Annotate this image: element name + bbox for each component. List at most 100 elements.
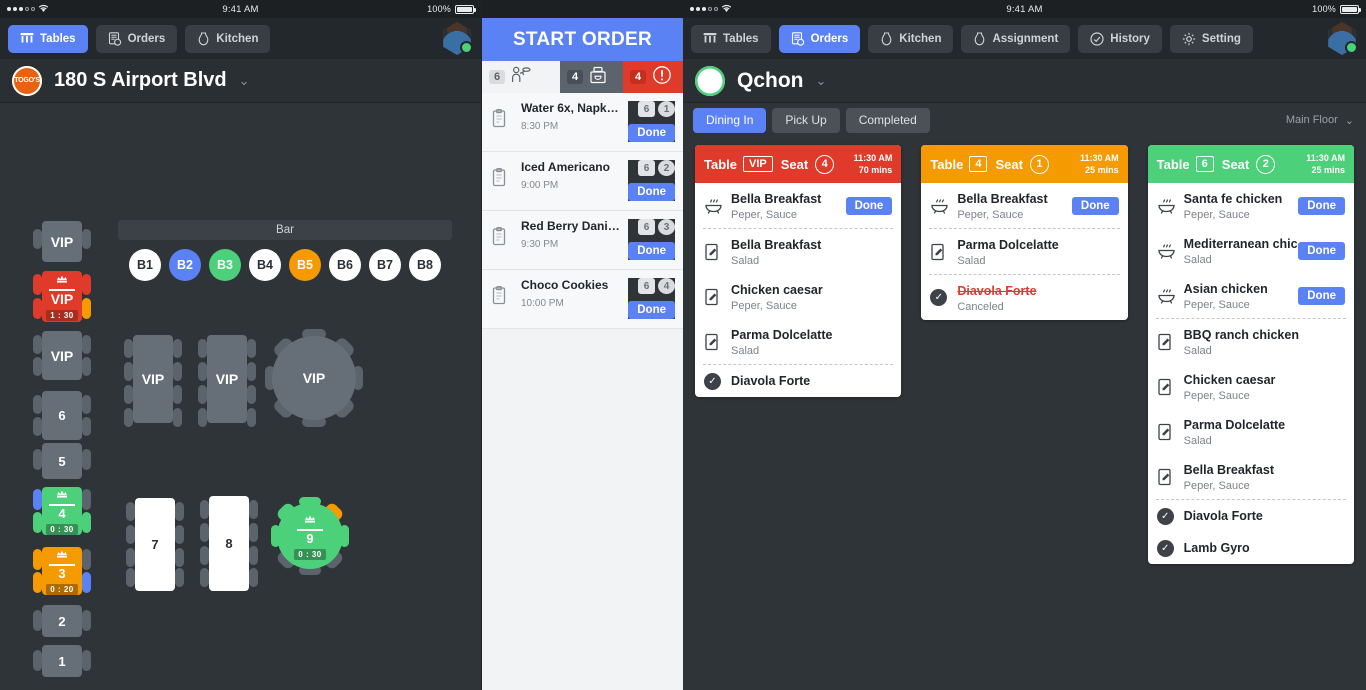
table-6[interactable]: 6 [33,391,91,440]
gear-icon [1182,32,1196,46]
list-item[interactable]: Iced Americano 9:00 PM 6 2 Done [482,152,683,211]
nav-tab-tables[interactable]: Tables [691,24,771,53]
vip-crown-icon [56,547,68,562]
order-filter-bar: Dining In Pick Up Completed Main Floor ⌄ [683,103,1366,137]
floor-selector[interactable]: Main Floor ⌄ [1286,114,1354,127]
table-2[interactable]: 2 [33,605,91,637]
order-item[interactable]: Chicken caesar Peper, Sauce [1148,364,1354,409]
segment-takeout[interactable]: 4 [560,61,623,93]
status-time: 9:41 AM [222,3,259,15]
done-button[interactable]: Done [628,183,675,201]
history-icon [1090,31,1104,46]
order-item[interactable]: Bella Breakfast Salad [695,229,901,274]
seat-value: 2 [1256,154,1276,174]
order-card[interactable]: Table VIP Seat 4 11:30 AM 70 mins Bella … [695,145,902,397]
order-item[interactable]: Mediterranean chic.. Salad Done [1148,228,1354,273]
nav-tab-history[interactable]: History [1078,24,1162,53]
order-time: 11:30 AM [853,153,893,163]
order-table-badge: 6 [638,278,655,294]
done-button[interactable]: Done [845,196,893,215]
table-vip-mid[interactable]: VIP [33,331,91,380]
nav-tab-orders[interactable]: Orders [95,24,178,53]
list-item[interactable]: Red Berry Danish 9:30 PM 6 3 Done [482,211,683,270]
nav-tab-orders[interactable]: Orders [778,24,861,53]
order-item-canceled[interactable]: ✓ Diavola Forte Canceled [921,275,1127,320]
vip-crown-icon [56,272,68,287]
item-name: Diavola Forte [1183,509,1263,523]
filter-completed[interactable]: Completed [845,107,930,133]
done-button[interactable]: Done [628,124,675,142]
nav-tab-assignment[interactable]: Assignment [961,24,1071,53]
clipboard-icon [491,278,513,319]
brand-chevron-down-icon[interactable]: ⌄ [816,73,827,89]
table-7[interactable]: 7 [126,498,184,591]
done-button[interactable]: Done [1298,286,1345,305]
table-label: Table [930,156,964,172]
table-4[interactable]: 4 0 : 30 [33,487,91,535]
bar-seat-b4[interactable]: B4 [249,249,281,281]
table-8[interactable]: 8 [200,496,258,591]
order-item[interactable]: Asian chicken Peper, Sauce Done [1148,273,1354,318]
nav-tab-setting[interactable]: Setting [1169,24,1253,53]
bar-seat-b3[interactable]: B3 [209,249,241,281]
venue-chevron-down-icon[interactable]: ⌄ [239,73,250,89]
order-table-badge: 6 [638,101,655,117]
order-item[interactable]: Chicken caesar Peper, Sauce [695,274,901,319]
done-button[interactable]: Done [628,301,675,319]
table-3[interactable]: 3 0 : 20 [33,547,91,595]
done-button[interactable]: Done [628,242,675,260]
order-item[interactable]: BBQ ranch chicken Salad [1148,319,1354,364]
order-elapsed: 70 mins [858,165,893,175]
brand-header: Qchon ⌄ [683,59,1366,103]
bar-seat-b1[interactable]: B1 [129,249,161,281]
table-vip-round[interactable]: VIP [265,329,363,427]
order-table-badge: 6 [638,160,655,176]
table-5[interactable]: 5 [33,443,91,479]
start-order-button[interactable]: START ORDER [482,18,683,61]
nav-tab-tables-label: Tables [723,32,759,45]
order-card[interactable]: Table 6 Seat 2 11:30 AM 25 mins Santa fe… [1147,145,1354,564]
table-label: Table [1156,156,1190,172]
order-time: 8:30 PM [521,121,559,132]
list-item[interactable]: Water 6x, Napkins 8:30 PM 6 1 Done [482,93,683,152]
order-item[interactable]: Parma Dolcelatte Salad [695,319,901,364]
order-item[interactable]: ✓ Diavola Forte [1148,500,1354,532]
order-item[interactable]: Santa fe chicken Peper, Sauce Done [1148,183,1354,228]
table-vip-long-right[interactable]: VIP [198,335,256,427]
order-item[interactable]: ✓ Diavola Forte [695,365,901,397]
nav-tab-tables[interactable]: Tables [8,24,88,53]
floor-plan: Bar B1 B2 B3 B4 B5 B6 B7 B8 VIP VIP 1: … [0,103,481,688]
item-name: BBQ ranch chicken [1183,328,1299,342]
filter-pick-up[interactable]: Pick Up [772,107,840,133]
table-1[interactable]: 1 [33,645,91,677]
order-item[interactable]: Parma Dolcelatte Salad [921,229,1127,274]
bar-seat-b7[interactable]: B7 [369,249,401,281]
nav-tab-kitchen[interactable]: Kitchen [185,24,271,53]
seat-label: Seat [995,156,1023,172]
table-vip-occupied[interactable]: VIP 1 : 30 [33,271,91,322]
filter-dining-in[interactable]: Dining In [693,107,767,133]
check-icon: ✓ [1156,539,1176,557]
order-item[interactable]: Parma Dolcelatte Salad [1148,409,1354,454]
table-vip-long-left[interactable]: VIP [124,335,182,427]
order-item[interactable]: Bella Breakfast Peper, Sauce Done [695,183,901,228]
done-button[interactable]: Done [1298,241,1345,260]
done-button[interactable]: Done [1298,196,1345,215]
order-item[interactable]: Bella Breakfast Peper, Sauce [1148,454,1354,499]
list-item[interactable]: Choco Cookies 10:00 PM 6 4 Done [482,270,683,329]
page-title: 180 S Airport Blvd [54,69,227,91]
nav-tab-kitchen[interactable]: Kitchen [868,24,954,53]
table-timer: 0 : 30 [294,549,326,560]
table-vip-top[interactable]: VIP [33,221,91,262]
order-item[interactable]: ✓ Lamb Gyro [1148,532,1354,564]
segment-alert[interactable]: 4 [623,61,683,93]
bar-seat-b6[interactable]: B6 [329,249,361,281]
bar-seat-b2[interactable]: B2 [169,249,201,281]
done-button[interactable]: Done [1071,196,1119,215]
order-card[interactable]: Table 4 Seat 1 11:30 AM 25 mins Bella Br… [921,145,1128,320]
table-9[interactable]: 9 0 : 30 [271,497,349,575]
order-item[interactable]: Bella Breakfast Peper, Sauce Done [921,183,1127,228]
bar-seat-b5[interactable]: B5 [289,249,321,281]
bar-seat-b8[interactable]: B8 [409,249,441,281]
segment-dine-in[interactable]: 6 [482,61,560,93]
